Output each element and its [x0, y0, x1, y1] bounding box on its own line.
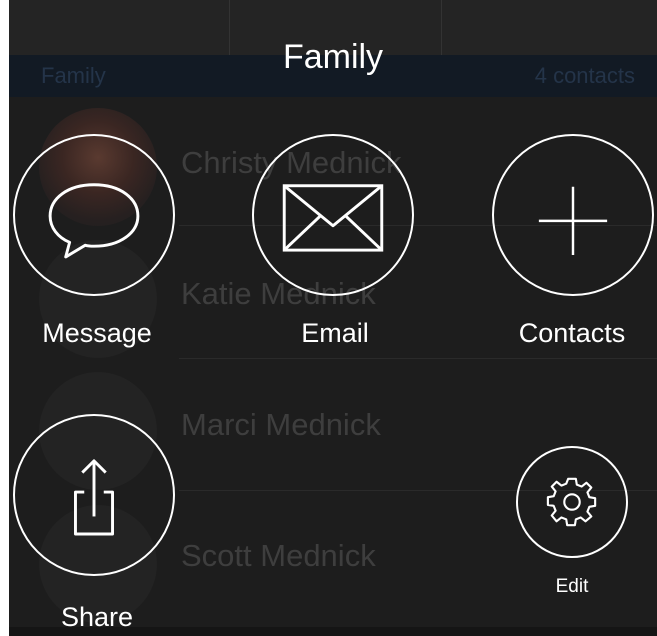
menu-title: Family [282, 38, 384, 76]
email-label: Email [301, 318, 369, 348]
message-button[interactable]: Message [9, 130, 187, 360]
message-label: Message [42, 318, 152, 348]
contacts-label: Contacts [518, 318, 626, 348]
speech-bubble-icon [48, 183, 140, 259]
envelope-icon [282, 184, 384, 252]
edit-label: Edit [555, 576, 589, 597]
share-ring [13, 414, 175, 576]
contact-name: Scott Mednick [181, 538, 376, 573]
contact-name: Marci Mednick [181, 407, 381, 442]
email-ring [252, 134, 414, 296]
edit-button[interactable]: Edit [509, 440, 637, 610]
message-ring [13, 134, 175, 296]
edit-ring [516, 446, 628, 558]
contacts-ring [492, 134, 654, 296]
share-button[interactable]: Share [9, 408, 187, 636]
plus-icon [538, 186, 608, 255]
contacts-button[interactable]: Contacts [487, 130, 657, 360]
gear-icon [546, 477, 597, 527]
email-button[interactable]: Email [247, 130, 423, 360]
share-label: Share [60, 602, 134, 632]
share-icon [74, 459, 114, 536]
screen: Family 4 contacts Christy Mednick Katie … [9, 0, 657, 636]
